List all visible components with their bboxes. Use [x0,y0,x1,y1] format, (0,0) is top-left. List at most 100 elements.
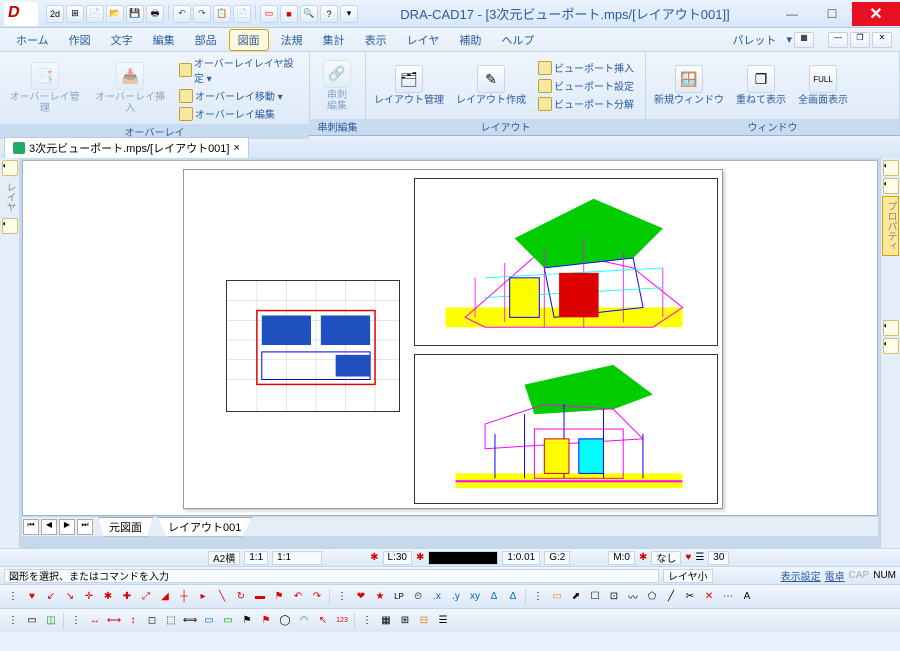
grip-icon[interactable]: ⋮ [67,612,85,630]
sel-wave[interactable]: 〰 [624,588,642,606]
dim-flag2[interactable]: ⚑ [257,612,275,630]
sel-box[interactable]: ☐ [586,588,604,606]
sel-rect[interactable]: ▭ [548,588,566,606]
tool-rot[interactable]: ↻ [232,588,250,606]
command-prompt[interactable]: 図形を選択、またはコマンドを入力 [4,569,659,583]
side-left-label[interactable]: レイヤ [2,178,17,216]
tool-arrow-dr[interactable]: ↘ [61,588,79,606]
viewport-setting[interactable]: ビューポート設定 [534,77,638,94]
sel-clip[interactable]: ✂ [681,588,699,606]
menu-help[interactable]: ヘルプ [493,30,542,50]
tab-close-icon[interactable]: × [233,142,239,154]
menu-aux[interactable]: 補助 [451,30,489,50]
sel-cross[interactable]: ⊡ [605,588,623,606]
tool-cross[interactable]: ✛ [80,588,98,606]
tool-time[interactable]: ⏲ [409,588,427,606]
tool-flag[interactable]: ⚑ [270,588,288,606]
tool-point[interactable]: ♥ [23,588,41,606]
nav-first[interactable]: ⏮ [23,519,39,535]
child-restore[interactable]: ❐ [850,32,870,48]
tool-dy[interactable]: Δ [504,588,522,606]
new-window-button[interactable]: 🪟 新規ウィンドウ [650,63,728,108]
side-left-tab2[interactable]: ◐ [2,218,18,234]
sel-dash[interactable]: ⋯ [719,588,737,606]
side-right-tab2[interactable]: ◐ [883,178,899,194]
qat-help[interactable]: ? [320,5,338,23]
tool-lp[interactable]: LP [390,588,408,606]
skewer-edit-button[interactable]: 🔗 串刺 編集 [314,58,360,114]
qat-print[interactable]: 🖶 [146,5,164,23]
layout-create-button[interactable]: ✎ レイアウト作成 [452,63,530,108]
nav-prev[interactable]: ◀ [41,519,57,535]
qat-fill[interactable]: ■ [280,5,298,23]
tool2-cell[interactable]: ⊞ [396,612,414,630]
overlay-move[interactable]: オーバーレイ移動 ▾ [175,87,305,104]
status-num[interactable]: 30 [708,551,729,565]
layout-manage-button[interactable]: 🗂 レイアウト管理 [370,63,448,108]
nav-next[interactable]: ▶ [59,519,75,535]
sel-line[interactable]: ╱ [662,588,680,606]
status-m[interactable]: M:0 [608,551,635,565]
maximize-button[interactable]: ☐ [812,2,852,26]
dim-hh[interactable]: ⟷ [105,612,123,630]
status-color[interactable] [428,551,498,565]
tool-bar[interactable]: ▬ [251,588,269,606]
sel-cursor[interactable]: ⬈ [567,588,585,606]
qat-zoom[interactable]: 🔍 [300,5,318,23]
tool-x[interactable]: .x [428,588,446,606]
tool-cross3[interactable]: ┼ [175,588,193,606]
qat-undo[interactable]: ↶ [173,5,191,23]
qat-save[interactable]: 💾 [126,5,144,23]
grip-icon[interactable]: ⋮ [358,612,376,630]
viewport-explode[interactable]: ビューポート分解 [534,95,638,112]
close-button[interactable]: ✕ [852,2,900,26]
side-right-tab3[interactable]: ◐ [883,320,899,336]
sheet-layout001[interactable]: レイアウト001 [157,517,252,537]
nav-last[interactable]: ⏭ [77,519,93,535]
status-calc[interactable]: 電卓 [825,568,845,583]
menu-text[interactable]: 文字 [103,30,141,50]
dim-h2[interactable]: ⟺ [181,612,199,630]
status-paper[interactable]: A2横 [208,551,240,565]
grip-icon[interactable]: ⋮ [4,612,22,630]
menu-view[interactable]: 表示 [357,30,395,50]
stack-icon[interactable]: ☰ [695,552,704,563]
viewport-insert[interactable]: ビューポート挿入 [534,59,638,76]
dim-123[interactable]: 123 [333,612,351,630]
qat-rect[interactable]: ▭ [260,5,278,23]
overlay-insert-button[interactable]: 📥 オーバーレイ挿入 [89,60,170,116]
tool-star[interactable]: ★ [371,588,389,606]
menu-parts[interactable]: 部品 [187,30,225,50]
sel-poly[interactable]: ⬠ [643,588,661,606]
side-right-tab4[interactable]: ◐ [883,338,899,354]
dim-cursor[interactable]: ↖ [314,612,332,630]
menu-layer[interactable]: レイヤ [399,30,448,50]
tool-angle[interactable]: ▸ [194,588,212,606]
grip-icon[interactable]: ⋮ [529,588,547,606]
menu-home[interactable]: ホーム [8,30,57,50]
tool-xy[interactable]: xy [466,588,484,606]
child-minimize[interactable]: — [828,32,848,48]
tool2-list[interactable]: ☰ [434,612,452,630]
menu-edit[interactable]: 編集 [145,30,183,50]
grip-icon[interactable]: ⋮ [4,588,22,606]
tool2-table[interactable]: ⊟ [415,612,433,630]
sheet-original[interactable]: 元図面 [98,517,153,537]
dim-box2[interactable]: ⬚ [162,612,180,630]
status-g[interactable]: G:2 [544,551,570,565]
qat-paste[interactable]: 📄 [233,5,251,23]
menu-summary[interactable]: 集計 [315,30,353,50]
tool-dx[interactable]: Δ [485,588,503,606]
qat-redo[interactable]: ↷ [193,5,211,23]
minimize-button[interactable]: — [772,2,812,26]
menu-regulation[interactable]: 法規 [273,30,311,50]
tool-middle[interactable]: ◢ [156,588,174,606]
document-tab[interactable]: 3次元ビューポート.mps/[レイアウト001] × [4,137,249,158]
dim-rect[interactable]: ▭ [200,612,218,630]
qat-open[interactable]: 📂 [106,5,124,23]
qat-2d3d[interactable]: 2d [46,5,64,23]
tool2-grid[interactable]: ▦ [377,612,395,630]
child-close[interactable]: ✕ [872,32,892,48]
overlay-edit[interactable]: オーバーレイ編集 [175,105,305,122]
dim-v[interactable]: ↕ [124,612,142,630]
